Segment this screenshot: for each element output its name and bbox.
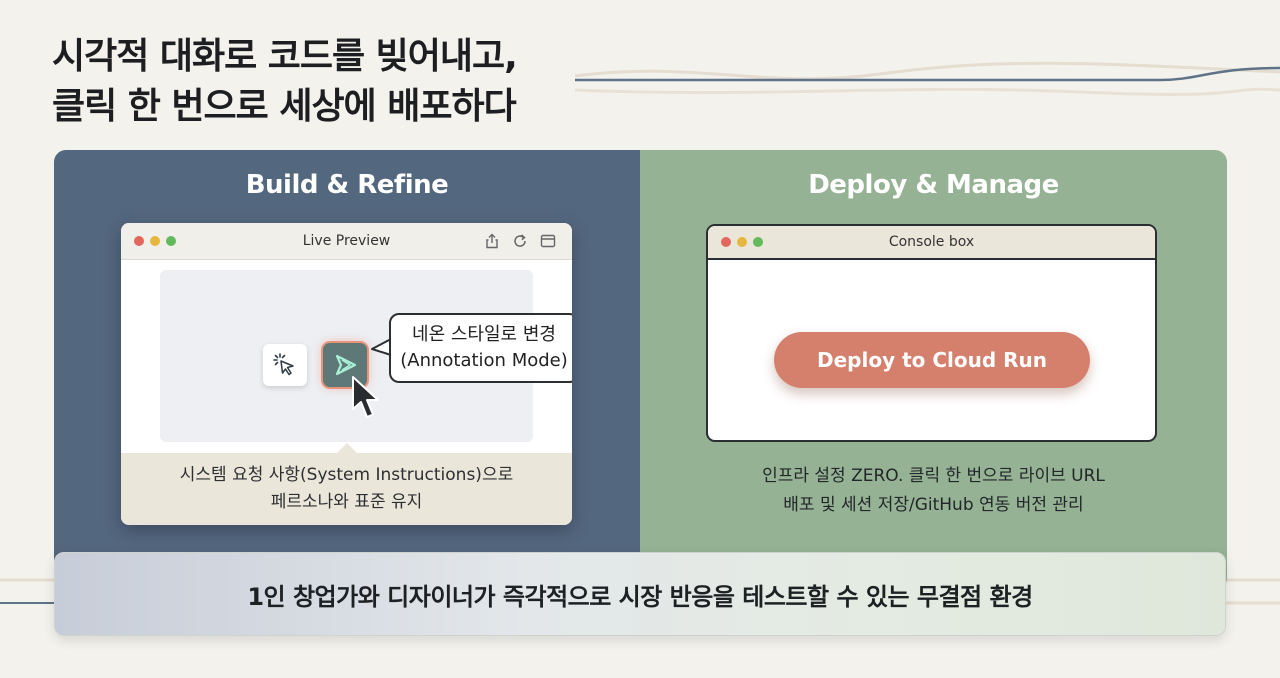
mouse-cursor-icon	[352, 376, 379, 418]
live-preview-window: Live Preview 네온 스타일로 변경 (Annotation Mode…	[121, 223, 572, 525]
headline-line-2: 클릭 한 번으로 세상에 배포하다	[52, 86, 517, 127]
console-window-title: Console box	[888, 234, 975, 250]
bubble-line-2: (Annotation Mode)	[400, 350, 568, 371]
footer-banner: 1인 창업가와 디자이너가 즉각적으로 시장 반응을 테스트할 수 있는 무결점…	[54, 552, 1226, 636]
deploy-caption-line-2: 배포 및 세션 저장/GitHub 연동 버전 관리	[783, 495, 1084, 515]
build-panel-title: Build & Refine	[245, 170, 449, 200]
refresh-icon[interactable]	[512, 233, 528, 249]
share-icon[interactable]	[484, 233, 500, 249]
caption-notch	[337, 443, 357, 453]
build-refine-panel: Build & Refine Live Preview 네온 스타일로 변경 (…	[54, 150, 640, 590]
bubble-line-1: 네온 스타일로 변경	[412, 324, 556, 345]
headline: 시각적 대화로 코드를 빚어내고, 클릭 한 번으로 세상에 배포하다	[52, 32, 518, 132]
caption-line-2: 페르소나와 표준 유지	[270, 492, 423, 512]
console-titlebar: Console box	[708, 226, 1155, 260]
preview-toolbar	[484, 233, 556, 249]
deploy-to-cloud-run-button[interactable]: Deploy to Cloud Run	[774, 332, 1090, 388]
deploy-panel-title: Deploy & Manage	[808, 170, 1059, 200]
console-window: Console box Deploy to Cloud Run	[706, 224, 1157, 442]
system-instructions-caption: 시스템 요청 사항(System Instructions)으로 페르소나와 표…	[121, 443, 572, 525]
annotation-tool-button[interactable]	[263, 344, 307, 386]
annotation-bubble: 네온 스타일로 변경 (Annotation Mode)	[389, 313, 572, 383]
sidebar-icon[interactable]	[540, 233, 556, 249]
caption-line-1: 시스템 요청 사항(System Instructions)으로	[179, 465, 514, 485]
deploy-manage-panel: Deploy & Manage Console box Deploy to Cl…	[640, 150, 1227, 590]
deploy-caption-line-1: 인프라 설정 ZERO. 클릭 한 번으로 라이브 URL	[762, 466, 1105, 486]
deploy-caption: 인프라 설정 ZERO. 클릭 한 번으로 라이브 URL 배포 및 세션 저장…	[640, 462, 1227, 520]
sparkle-cursor-icon	[273, 353, 294, 376]
headline-line-1: 시각적 대화로 코드를 빚어내고,	[52, 36, 518, 77]
preview-titlebar: Live Preview	[121, 223, 572, 260]
